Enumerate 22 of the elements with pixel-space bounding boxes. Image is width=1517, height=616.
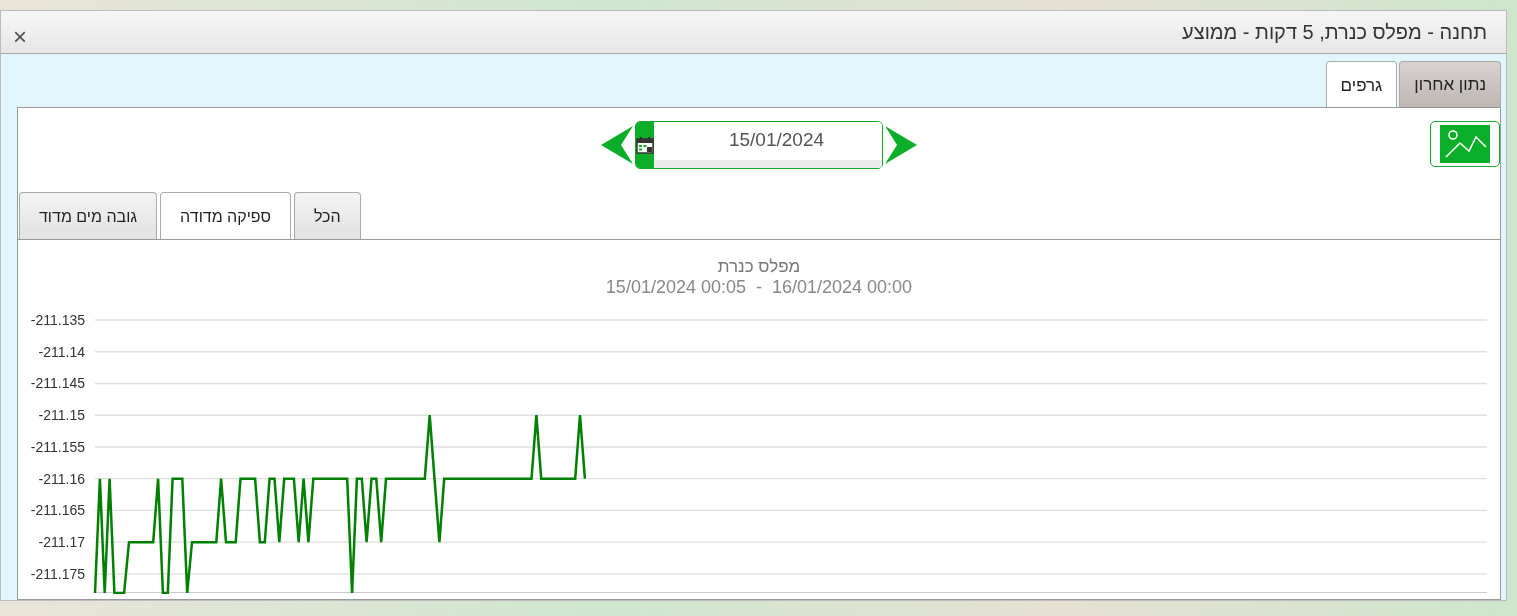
y-axis-label: -211.175 [30,566,85,583]
calendar-icon[interactable] [636,121,654,168]
chart-title: מפלס כנרת [717,256,801,277]
tab[interactable]: נתון אחרון [1399,61,1501,107]
y-axis-label: -211.15 [38,407,85,424]
y-axis-label: -211.155 [30,439,85,456]
chart-subtitle: 15/01/2024 00:05 - 16/01/2024 00:00 [605,276,913,299]
window-title: תחנה - מפלס כנרת, 5 דקות - ממוצע [1182,20,1487,45]
y-axis-label: -211.14 [38,344,85,361]
y-axis-label: -211.165 [30,502,85,519]
tab[interactable]: ספיקה מדודה [160,191,291,240]
next-arrow-icon[interactable] [883,124,917,165]
tab[interactable]: גרפים [1325,61,1398,108]
y-axis-label: -211.145 [30,375,85,392]
y-axis-label: -211.16 [38,471,85,488]
tab[interactable]: הכל [293,191,361,239]
date-field[interactable]: 15/01/2024 [635,120,883,169]
close-button[interactable]: × [11,25,29,49]
image-button[interactable] [1430,120,1500,167]
tab[interactable]: גובה מים מדוד [19,191,158,239]
y-axis-label: -211.135 [30,312,85,329]
y-axis-label: -211.17 [38,534,85,551]
